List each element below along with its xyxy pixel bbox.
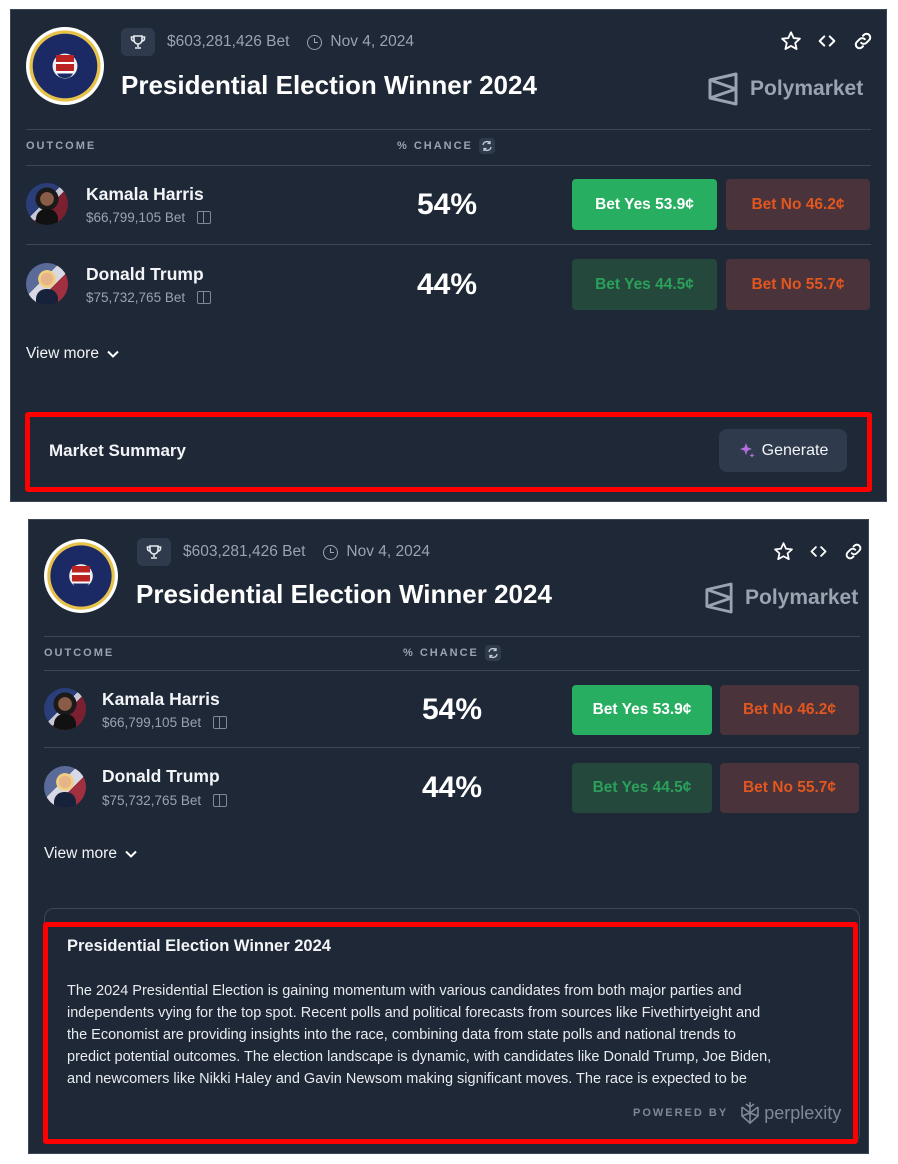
bet-no-button[interactable]: Bet No 46.2¢ bbox=[720, 685, 859, 735]
outcome-name: Kamala Harris bbox=[102, 689, 220, 709]
summary-line: predict potential outcomes. The election… bbox=[67, 1049, 772, 1065]
clock-icon bbox=[323, 544, 339, 560]
outcome-column-header: OUTCOME bbox=[26, 140, 97, 152]
brand-name: Polymarket bbox=[745, 586, 859, 609]
avatar bbox=[26, 183, 68, 225]
divider bbox=[44, 670, 860, 671]
outcome-bet-amount: $66,799,105 Bet bbox=[102, 715, 202, 730]
chance-column-header: % CHANCE bbox=[403, 645, 501, 661]
market-volume: $603,281,426 Bet bbox=[167, 33, 290, 50]
chance-header-label: % CHANCE bbox=[397, 140, 473, 152]
presidential-seal-icon bbox=[44, 539, 118, 613]
summary-title: Presidential Election Winner 2024 bbox=[67, 937, 331, 955]
gift-icon bbox=[197, 211, 212, 224]
summary-line: and newcomers like Nikki Haley and Gavin… bbox=[67, 1071, 747, 1087]
market-card-expanded: $603,281,426 Bet Nov 4, 2024 Presidentia… bbox=[28, 519, 869, 1154]
market-title: Presidential Election Winner 2024 bbox=[121, 70, 537, 100]
avatar bbox=[44, 766, 86, 808]
bet-no-button[interactable]: Bet No 55.7¢ bbox=[726, 259, 870, 310]
divider bbox=[26, 165, 871, 166]
outcome-bet-amount: $75,732,765 Bet bbox=[102, 793, 202, 808]
view-more-button[interactable]: View more bbox=[26, 345, 119, 363]
outcome-column-header: OUTCOME bbox=[44, 647, 115, 659]
polymarket-logo-icon bbox=[705, 582, 733, 614]
gift-icon bbox=[213, 794, 228, 807]
sparkle-icon bbox=[739, 442, 755, 458]
chevron-down-icon bbox=[125, 850, 137, 858]
view-more-label: View more bbox=[26, 345, 99, 362]
outcome-volume: $66,799,105 Bet bbox=[102, 715, 228, 730]
outcome-volume: $66,799,105 Bet bbox=[86, 210, 212, 225]
bet-no-button[interactable]: Bet No 55.7¢ bbox=[720, 763, 859, 813]
embed-code-icon[interactable] bbox=[808, 541, 829, 562]
outcome-name: Kamala Harris bbox=[86, 184, 204, 204]
market-date: Nov 4, 2024 bbox=[346, 543, 430, 560]
link-icon[interactable] bbox=[852, 30, 874, 52]
powered-by-label: POWERED BY bbox=[633, 1107, 729, 1119]
divider bbox=[44, 747, 860, 748]
market-summary-label: Market Summary bbox=[49, 441, 187, 460]
bet-yes-button[interactable]: Bet Yes 53.9¢ bbox=[572, 685, 712, 735]
outcome-chance: 54% bbox=[417, 188, 478, 221]
powered-by: POWERED BY perplexity bbox=[633, 1101, 841, 1125]
avatar bbox=[44, 688, 86, 730]
summary-line: The 2024 Presidential Election is gainin… bbox=[67, 983, 742, 999]
chance-header-label: % CHANCE bbox=[403, 647, 479, 659]
star-icon[interactable] bbox=[773, 541, 794, 562]
perplexity-logo-icon bbox=[741, 1102, 759, 1124]
chance-column-header: % CHANCE bbox=[397, 138, 495, 154]
polymarket-brand[interactable]: Polymarket bbox=[708, 72, 863, 106]
market-volume: $603,281,426 Bet bbox=[183, 543, 306, 560]
outcome-chance: 44% bbox=[422, 771, 483, 804]
bet-yes-button[interactable]: Bet Yes 44.5¢ bbox=[572, 259, 717, 310]
market-card-collapsed: $603,281,426 Bet Nov 4, 2024 Presidentia… bbox=[10, 9, 887, 502]
market-meta: $603,281,426 Bet Nov 4, 2024 bbox=[137, 538, 430, 566]
outcome-volume: $75,732,765 Bet bbox=[102, 793, 228, 808]
view-more-button[interactable]: View more bbox=[44, 845, 137, 863]
summary-body: The 2024 Presidential Election is gainin… bbox=[67, 980, 842, 1090]
avatar bbox=[26, 263, 68, 305]
divider bbox=[26, 244, 871, 245]
chevron-down-icon bbox=[107, 350, 119, 358]
perplexity-label: perplexity bbox=[764, 1102, 842, 1123]
polymarket-logo-icon bbox=[708, 72, 738, 106]
divider bbox=[44, 636, 860, 637]
market-date: Nov 4, 2024 bbox=[330, 33, 414, 50]
link-icon[interactable] bbox=[843, 541, 864, 562]
outcome-bet-amount: $75,732,765 Bet bbox=[86, 290, 186, 305]
trophy-icon bbox=[137, 538, 171, 566]
market-meta: $603,281,426 Bet Nov 4, 2024 bbox=[121, 28, 414, 56]
star-icon[interactable] bbox=[780, 30, 802, 52]
gift-icon bbox=[213, 716, 228, 729]
gift-icon bbox=[197, 291, 212, 304]
outcome-name: Donald Trump bbox=[102, 766, 220, 786]
outcome-volume: $75,732,765 Bet bbox=[86, 290, 212, 305]
divider bbox=[26, 129, 871, 130]
refresh-icon[interactable] bbox=[484, 645, 501, 661]
bet-no-button[interactable]: Bet No 46.2¢ bbox=[726, 179, 870, 230]
outcome-bet-amount: $66,799,105 Bet bbox=[86, 210, 186, 225]
polymarket-brand[interactable]: Polymarket bbox=[705, 582, 858, 614]
presidential-seal-icon bbox=[26, 27, 104, 105]
bet-yes-button[interactable]: Bet Yes 44.5¢ bbox=[572, 763, 712, 813]
generate-button[interactable]: Generate bbox=[719, 429, 847, 472]
generate-label: Generate bbox=[761, 441, 829, 459]
market-title: Presidential Election Winner 2024 bbox=[136, 579, 552, 609]
summary-line: independents vying for the top spot. Rec… bbox=[67, 1005, 761, 1021]
brand-name: Polymarket bbox=[750, 77, 864, 100]
perplexity-brand[interactable]: perplexity bbox=[740, 1101, 841, 1125]
outcome-chance: 54% bbox=[422, 693, 483, 726]
outcome-name: Donald Trump bbox=[86, 264, 204, 284]
outcome-chance: 44% bbox=[417, 268, 478, 301]
view-more-label: View more bbox=[44, 845, 117, 862]
embed-code-icon[interactable] bbox=[816, 30, 838, 52]
summary-line: the Economist are providing insights int… bbox=[67, 1027, 736, 1043]
bet-yes-button[interactable]: Bet Yes 53.9¢ bbox=[572, 179, 717, 230]
clock-icon bbox=[307, 34, 323, 50]
refresh-icon[interactable] bbox=[478, 138, 495, 154]
trophy-icon bbox=[121, 28, 155, 56]
